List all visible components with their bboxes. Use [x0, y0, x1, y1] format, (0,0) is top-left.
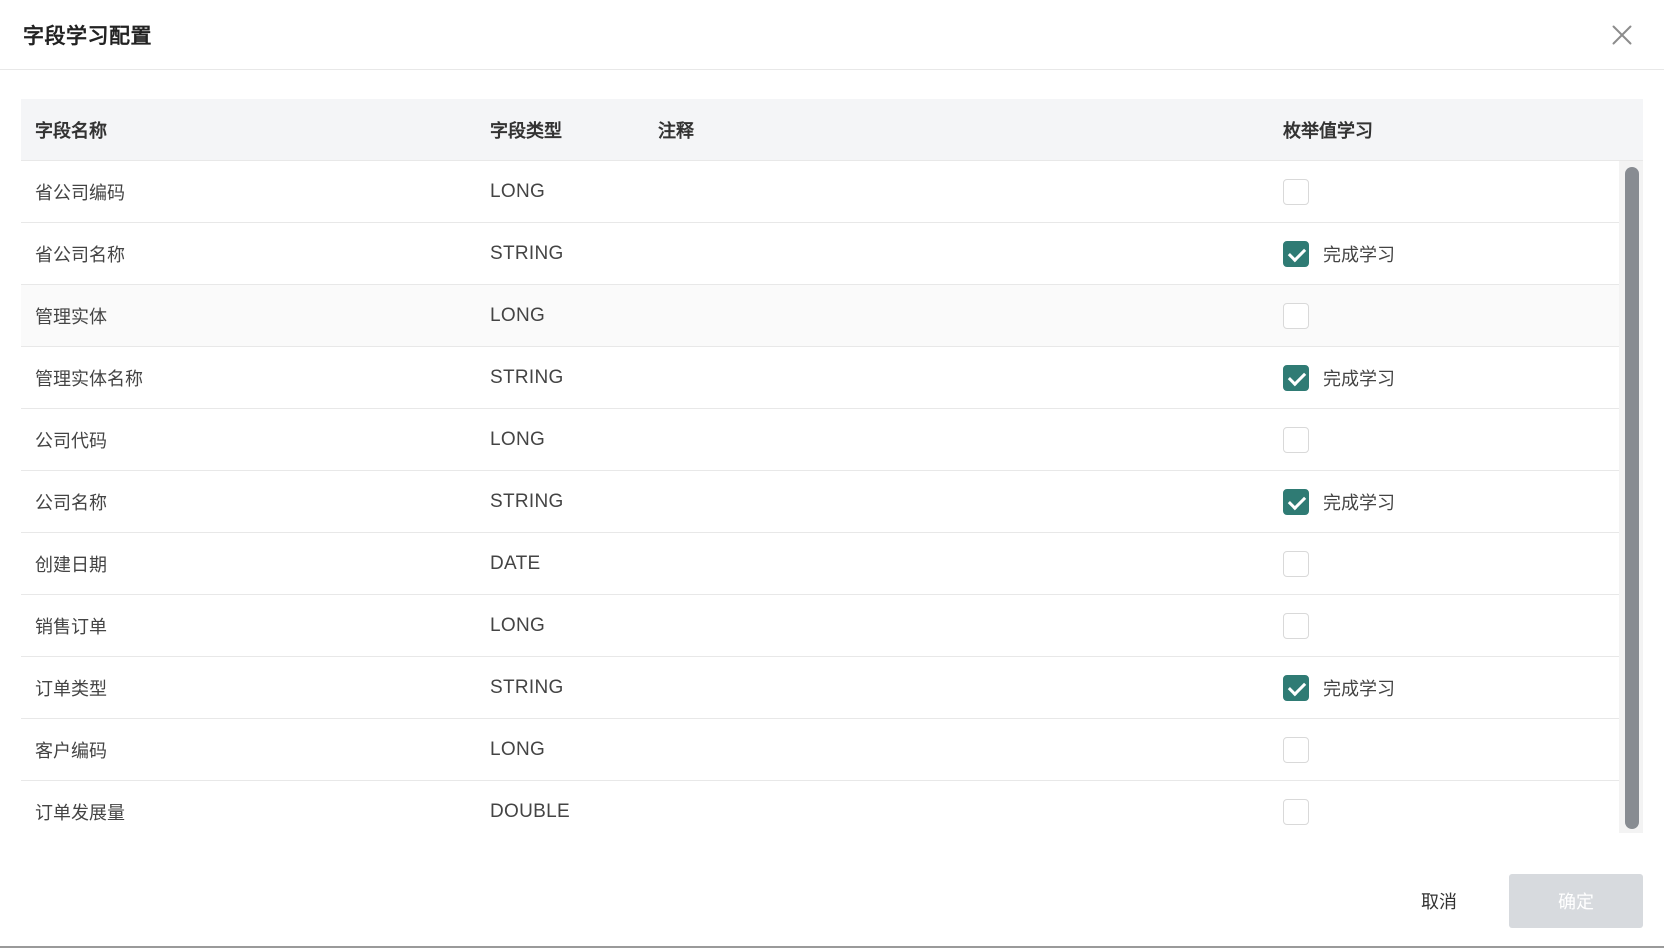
enum-learning-checkbox[interactable]: [1283, 178, 1309, 205]
field-name-cell: 管理实体名称: [35, 368, 143, 390]
field-learning-dialog: 字段学习配置 字段名称 字段类型 注释 枚举值学习 省公司编码 LONG 省公司名称…: [0, 0, 1664, 948]
header-enum-learning: 枚举值学习: [1283, 120, 1373, 142]
enum-learning-cell: [1283, 612, 1613, 639]
field-name-cell: 订单发展量: [35, 802, 125, 824]
dialog-header: 字段学习配置: [0, 0, 1664, 70]
enum-learning-cell: [1283, 178, 1613, 205]
enum-learning-checkbox[interactable]: [1283, 798, 1309, 825]
learning-status-label: 完成学习: [1323, 244, 1395, 266]
enum-learning-cell: 完成学习: [1283, 364, 1613, 391]
header-field-type: 字段类型: [490, 120, 562, 142]
cancel-button[interactable]: 取消: [1393, 874, 1485, 928]
table-row[interactable]: 客户编码 LONG: [21, 719, 1619, 781]
enum-learning-checkbox[interactable]: [1283, 488, 1309, 515]
table-body: 省公司编码 LONG 省公司名称 STRING 完成学习 管理实体 LONG 管理实体名称 ST…: [21, 161, 1643, 833]
header-field-name: 字段名称: [35, 120, 107, 142]
field-name-cell: 公司名称: [35, 492, 107, 514]
learning-status-label: 完成学习: [1323, 678, 1395, 700]
table-row[interactable]: 公司代码 LONG: [21, 409, 1619, 471]
close-icon[interactable]: [1608, 21, 1636, 49]
header-comment: 注释: [658, 120, 694, 142]
table-row[interactable]: 管理实体名称 STRING 完成学习: [21, 347, 1619, 409]
table-row[interactable]: 省公司编码 LONG: [21, 161, 1619, 223]
dialog-title: 字段学习配置: [23, 23, 152, 48]
field-type-cell: STRING: [490, 366, 564, 388]
field-name-cell: 省公司编码: [35, 182, 125, 204]
field-type-cell: DOUBLE: [490, 800, 570, 822]
field-name-cell: 创建日期: [35, 554, 107, 576]
enum-learning-checkbox[interactable]: [1283, 612, 1309, 639]
field-type-cell: STRING: [490, 242, 564, 264]
field-type-cell: DATE: [490, 552, 541, 574]
field-name-cell: 客户编码: [35, 740, 107, 762]
field-table: 字段名称 字段类型 注释 枚举值学习 省公司编码 LONG 省公司名称 STRING 完…: [21, 99, 1643, 833]
enum-learning-cell: 完成学习: [1283, 674, 1613, 701]
learning-status-label: 完成学习: [1323, 492, 1395, 514]
enum-learning-checkbox[interactable]: [1283, 240, 1309, 267]
field-type-cell: LONG: [490, 428, 546, 450]
enum-learning-cell: [1283, 550, 1613, 577]
field-type-cell: LONG: [490, 614, 546, 636]
field-name-cell: 公司代码: [35, 430, 107, 452]
table-row[interactable]: 公司名称 STRING 完成学习: [21, 471, 1619, 533]
enum-learning-checkbox[interactable]: [1283, 736, 1309, 763]
enum-learning-cell: [1283, 302, 1613, 329]
field-name-cell: 省公司名称: [35, 244, 125, 266]
table-row[interactable]: 订单发展量 DOUBLE: [21, 781, 1619, 833]
table-header: 字段名称 字段类型 注释 枚举值学习: [21, 99, 1643, 161]
enum-learning-checkbox[interactable]: [1283, 674, 1309, 701]
field-type-cell: STRING: [490, 676, 564, 698]
table-row[interactable]: 管理实体 LONG: [21, 285, 1619, 347]
field-type-cell: LONG: [490, 738, 546, 760]
enum-learning-cell: [1283, 798, 1613, 825]
field-type-cell: LONG: [490, 180, 546, 202]
enum-learning-checkbox[interactable]: [1283, 364, 1309, 391]
scrollbar-thumb[interactable]: [1625, 167, 1639, 829]
enum-learning-checkbox[interactable]: [1283, 302, 1309, 329]
table-row[interactable]: 销售订单 LONG: [21, 595, 1619, 657]
field-name-cell: 管理实体: [35, 306, 107, 328]
field-type-cell: STRING: [490, 490, 564, 512]
dialog-footer: 取消 确定: [0, 865, 1664, 937]
scrollbar-track[interactable]: [1619, 161, 1643, 833]
field-type-cell: LONG: [490, 304, 546, 326]
learning-status-label: 完成学习: [1323, 368, 1395, 390]
enum-learning-checkbox[interactable]: [1283, 426, 1309, 453]
table-row[interactable]: 订单类型 STRING 完成学习: [21, 657, 1619, 719]
field-name-cell: 订单类型: [35, 678, 107, 700]
enum-learning-cell: 完成学习: [1283, 488, 1613, 515]
table-row[interactable]: 省公司名称 STRING 完成学习: [21, 223, 1619, 285]
table-row[interactable]: 创建日期 DATE: [21, 533, 1619, 595]
enum-learning-cell: [1283, 736, 1613, 763]
confirm-button[interactable]: 确定: [1509, 874, 1643, 928]
enum-learning-cell: 完成学习: [1283, 240, 1613, 267]
field-name-cell: 销售订单: [35, 616, 107, 638]
enum-learning-checkbox[interactable]: [1283, 550, 1309, 577]
enum-learning-cell: [1283, 426, 1613, 453]
